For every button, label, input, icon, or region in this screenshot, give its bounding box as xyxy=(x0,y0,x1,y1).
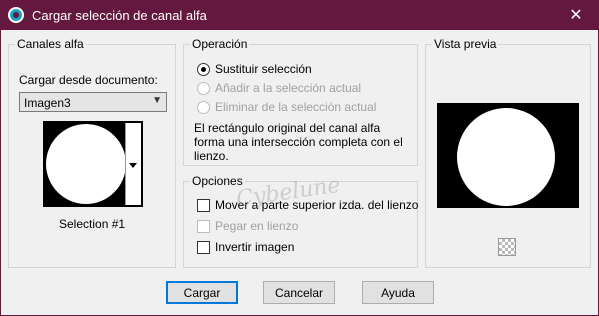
checkbox-invert-image[interactable] xyxy=(197,241,210,254)
title-bar: Cargar selección de canal alfa ✕ xyxy=(0,0,599,30)
alpha-channels-group: Canales alfa Cargar desde documento: Ima… xyxy=(8,37,176,268)
document-select[interactable]: Imagen3 ▼ xyxy=(19,92,167,112)
checkbox-invert-image-label[interactable]: Invertir imagen xyxy=(215,240,294,254)
checkbox-move-top-left[interactable] xyxy=(197,199,210,212)
alpha-channels-legend: Canales alfa xyxy=(15,37,86,51)
preview-circle xyxy=(457,108,555,206)
window-title: Cargar selección de canal alfa xyxy=(32,8,207,23)
selection-name: Selection #1 xyxy=(59,217,126,231)
checkbox-paste-on-canvas[interactable] xyxy=(197,220,210,233)
chevron-down-icon: ▼ xyxy=(152,95,162,106)
radio-add-to-selection-label[interactable]: Añadir a la selección actual xyxy=(215,81,361,95)
dialog-body: Canales alfa Cargar desde documento: Ima… xyxy=(1,30,598,315)
app-icon xyxy=(8,7,24,23)
options-legend: Opciones xyxy=(190,174,245,188)
load-from-document-label: Cargar desde documento: xyxy=(19,73,158,87)
operation-description: El rectángulo original del canal alfa fo… xyxy=(194,121,403,163)
preview-legend: Vista previa xyxy=(432,37,499,51)
thumbnail-circle xyxy=(46,124,126,204)
help-button[interactable]: Ayuda xyxy=(362,281,434,304)
triangle-down-icon xyxy=(129,163,137,168)
radio-remove-from-selection[interactable] xyxy=(197,101,210,114)
checkerboard-icon[interactable] xyxy=(498,238,516,256)
document-select-value: Imagen3 xyxy=(24,96,71,110)
radio-replace-selection[interactable] xyxy=(197,63,210,76)
radio-add-to-selection[interactable] xyxy=(197,82,210,95)
thumbnail-dropdown-button[interactable] xyxy=(125,123,141,205)
preview-canvas xyxy=(437,103,579,208)
load-button[interactable]: Cargar xyxy=(166,281,238,304)
radio-remove-from-selection-label[interactable]: Eliminar de la selección actual xyxy=(215,100,376,114)
operation-legend: Operación xyxy=(190,37,250,51)
checkbox-paste-on-canvas-label[interactable]: Pegar en lienzo xyxy=(215,219,298,233)
operation-group: Operación Sustituir selección Añadir a l… xyxy=(183,37,418,166)
alpha-channel-thumbnail[interactable] xyxy=(43,121,143,207)
cancel-button[interactable]: Cancelar xyxy=(263,281,335,304)
radio-replace-selection-label[interactable]: Sustituir selección xyxy=(215,62,312,76)
preview-group: Vista previa xyxy=(425,37,591,268)
close-button[interactable]: ✕ xyxy=(553,0,599,30)
